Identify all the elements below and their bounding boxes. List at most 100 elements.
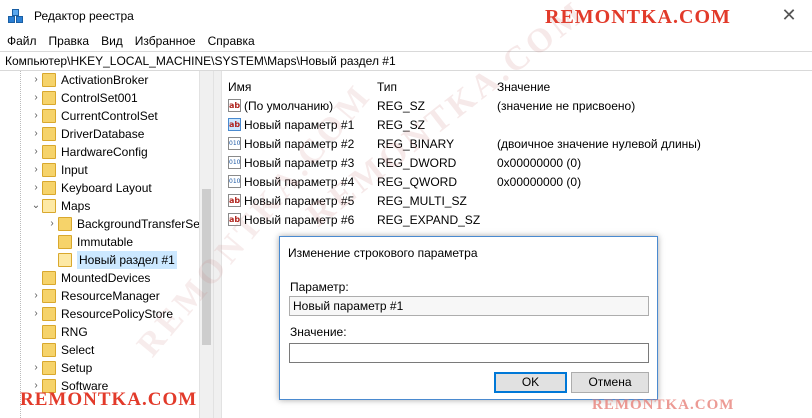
brand-watermark-bottom-right: REMONTKA.COM xyxy=(592,397,735,413)
tree-scrollbar[interactable] xyxy=(199,71,213,418)
folder-icon xyxy=(42,163,56,177)
tree-item-activationbroker[interactable]: › ActivationBroker xyxy=(30,71,148,89)
string-value-icon: ab xyxy=(228,118,241,131)
value-row[interactable]: 010 Новый параметр #3 REG_DWORD 0x000000… xyxy=(228,153,808,172)
value-data: 0x00000000 (0) xyxy=(497,155,582,170)
value-type: REG_MULTI_SZ xyxy=(377,193,467,208)
binary-value-icon: 010 xyxy=(228,156,241,169)
value-type: REG_SZ xyxy=(377,98,426,113)
value-row[interactable]: 010 Новый параметр #2 REG_BINARY (двоичн… xyxy=(228,134,808,153)
chevron-right-icon[interactable]: › xyxy=(30,92,42,104)
tree-item-label: Keyboard Layout xyxy=(61,181,152,195)
chevron-right-icon[interactable]: › xyxy=(30,290,42,302)
binary-value-icon: 010 xyxy=(228,175,241,188)
brand-watermark-top: REMONTKA.COM xyxy=(545,6,731,28)
param-name-field[interactable] xyxy=(289,296,649,316)
menu-edit[interactable]: Правка xyxy=(43,31,96,51)
tree-item-resourcemanager[interactable]: › ResourceManager xyxy=(30,287,160,305)
tree-item-immutable[interactable]: Immutable xyxy=(46,233,133,251)
ok-button[interactable]: OK xyxy=(494,372,567,393)
column-header-type[interactable]: Тип xyxy=(377,80,397,94)
value-row[interactable]: ab Новый параметр #6 REG_EXPAND_SZ xyxy=(228,210,808,229)
menu-help[interactable]: Справка xyxy=(202,31,261,51)
tree-item-currentcontrolset[interactable]: › CurrentControlSet xyxy=(30,107,158,125)
folder-icon xyxy=(42,343,56,357)
binary-value-icon: 010 xyxy=(228,137,241,150)
value-row[interactable]: ab (По умолчанию) REG_SZ (значение не пр… xyxy=(228,96,808,115)
chevron-down-icon[interactable]: ⌄ xyxy=(30,200,42,212)
folder-icon xyxy=(42,145,56,159)
chevron-right-icon[interactable]: › xyxy=(30,146,42,158)
tree-item-controlset001[interactable]: › ControlSet001 xyxy=(30,89,138,107)
address-bar[interactable]: Компьютер\HKEY_LOCAL_MACHINE\SYSTEM\Maps… xyxy=(0,51,812,71)
tree-item-hardwareconfig[interactable]: › HardwareConfig xyxy=(30,143,148,161)
value-row[interactable]: ab Новый параметр #5 REG_MULTI_SZ xyxy=(228,191,808,210)
tree-item-input[interactable]: › Input xyxy=(30,161,88,179)
tree-item-label: Новый раздел #1 xyxy=(77,251,177,269)
tree-item-mounteddevices[interactable]: MountedDevices xyxy=(30,269,150,287)
tree-item-backgroundtransfer[interactable]: › BackgroundTransferSe xyxy=(46,215,200,233)
value-row[interactable]: 010 Новый параметр #4 REG_QWORD 0x000000… xyxy=(228,172,808,191)
menu-file[interactable]: Файл xyxy=(0,31,43,51)
folder-icon xyxy=(42,181,56,195)
registry-editor-icon xyxy=(8,8,24,24)
tree-item-label: Setup xyxy=(61,361,93,375)
string-value-icon: ab xyxy=(228,213,241,226)
chevron-right-icon[interactable]: › xyxy=(46,218,58,230)
value-name: Новый параметр #2 xyxy=(244,136,355,151)
tree-item-label: CurrentControlSet xyxy=(61,109,158,123)
tree-item-keyboard-layout[interactable]: › Keyboard Layout xyxy=(30,179,152,197)
registry-tree: › ActivationBroker › ControlSet001 › Cur… xyxy=(0,71,213,418)
value-name: Новый параметр #6 xyxy=(244,212,355,227)
value-data-field[interactable] xyxy=(289,343,649,363)
value-row[interactable]: ab Новый параметр #1 REG_SZ xyxy=(228,115,808,134)
value-data: 0x00000000 (0) xyxy=(497,174,582,189)
tree-item-setup[interactable]: › Setup xyxy=(30,359,92,377)
chevron-right-icon[interactable]: › xyxy=(30,182,42,194)
tree-item-label: ActivationBroker xyxy=(61,73,149,87)
chevron-right-icon[interactable]: › xyxy=(30,74,42,86)
pane-splitter[interactable] xyxy=(213,71,222,418)
tree-item-new-key-1[interactable]: Новый раздел #1 xyxy=(46,251,177,269)
value-name: Новый параметр #1 xyxy=(244,117,355,132)
edit-string-dialog: Изменение строкового параметра Параметр:… xyxy=(279,236,658,400)
menu-view[interactable]: Вид xyxy=(95,31,129,51)
tree-item-driverdatabase[interactable]: › DriverDatabase xyxy=(30,125,144,143)
folder-icon xyxy=(42,271,56,285)
folder-open-icon xyxy=(42,199,56,213)
column-header-data[interactable]: Значение xyxy=(497,80,550,94)
chevron-right-icon[interactable]: › xyxy=(30,308,42,320)
chevron-right-icon[interactable]: › xyxy=(30,110,42,122)
chevron-right-icon[interactable]: › xyxy=(30,128,42,140)
menu-bar: Файл Правка Вид Избранное Справка xyxy=(0,31,812,51)
value-name: (По умолчанию) xyxy=(244,98,334,113)
chevron-right-icon[interactable]: › xyxy=(30,164,42,176)
value-data-label: Значение: xyxy=(290,325,347,339)
tree-item-maps[interactable]: ⌄ Maps xyxy=(30,197,90,215)
value-type: REG_QWORD xyxy=(377,174,458,189)
value-name: Новый параметр #5 xyxy=(244,193,355,208)
value-type: REG_EXPAND_SZ xyxy=(377,212,481,227)
column-header-name[interactable]: Имя xyxy=(228,80,251,94)
tree-item-label: ControlSet001 xyxy=(61,91,138,105)
tree-scrollbar-thumb[interactable] xyxy=(202,189,211,345)
title-bar: Редактор реестра REMONTKA.COM ✕ xyxy=(0,0,812,31)
tree-item-label: RNG xyxy=(61,325,88,339)
param-name-label: Параметр: xyxy=(290,280,349,294)
folder-icon xyxy=(58,217,72,231)
menu-favorites[interactable]: Избранное xyxy=(129,31,202,51)
folder-icon xyxy=(42,307,56,321)
folder-icon xyxy=(42,109,56,123)
close-icon[interactable]: ✕ xyxy=(774,4,804,26)
cancel-button[interactable]: Отмена xyxy=(571,372,649,393)
tree-item-label: MountedDevices xyxy=(61,271,151,285)
value-type: REG_DWORD xyxy=(377,155,457,170)
tree-item-label: Immutable xyxy=(77,235,134,249)
folder-icon xyxy=(42,91,56,105)
chevron-right-icon[interactable]: › xyxy=(30,362,42,374)
tree-item-resourcepolicystore[interactable]: › ResourcePolicyStore xyxy=(30,305,173,323)
tree-item-select[interactable]: Select xyxy=(30,341,94,359)
folder-open-icon xyxy=(58,253,72,267)
tree-item-rng[interactable]: RNG xyxy=(30,323,88,341)
folder-icon xyxy=(42,325,56,339)
